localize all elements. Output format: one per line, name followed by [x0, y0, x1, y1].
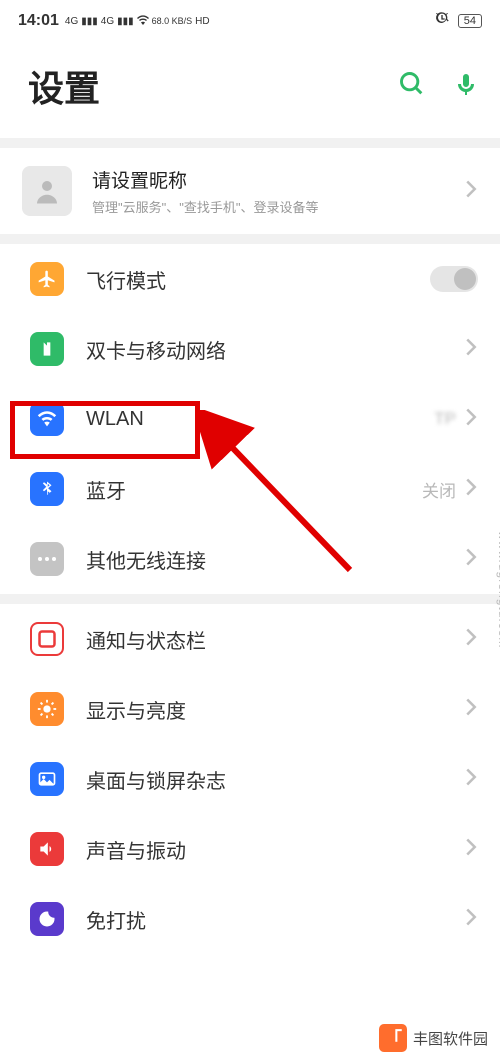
dnd-row[interactable]: 免打扰	[0, 884, 500, 954]
chevron-right-icon	[464, 407, 478, 432]
signal-4g-2: 4G	[101, 16, 114, 27]
chevron-right-icon	[464, 179, 478, 204]
other-wireless-label: 其他无线连接	[86, 545, 464, 574]
display-row[interactable]: 显示与亮度	[0, 674, 500, 744]
dots-icon	[30, 542, 64, 576]
battery-indicator: 54	[458, 14, 482, 28]
chevron-right-icon	[464, 767, 478, 792]
search-icon[interactable]	[398, 70, 426, 103]
divider	[0, 594, 500, 604]
wifi-icon	[30, 402, 64, 436]
airplane-mode-row[interactable]: 飞行模式	[0, 244, 500, 314]
divider	[0, 234, 500, 244]
page-header: 设置	[0, 42, 500, 138]
bluetooth-label: 蓝牙	[86, 475, 422, 504]
wlan-row[interactable]: WLAN TP	[0, 384, 500, 454]
settings-group-display: 通知与状态栏 显示与亮度 桌面与锁屏杂志 声音与振动 免打扰	[0, 604, 500, 954]
signal-4g-1: 4G	[65, 16, 78, 27]
brand-logo-icon: 「	[379, 1024, 407, 1052]
profile-row[interactable]: 请设置昵称 管理"云服务"、"查找手机"、登录设备等	[0, 148, 500, 234]
wifi-status-icon	[137, 15, 149, 28]
chevron-right-icon	[464, 837, 478, 862]
chevron-right-icon	[464, 697, 478, 722]
moon-icon	[30, 902, 64, 936]
airplane-label: 飞行模式	[86, 265, 430, 294]
wlan-value: TP	[434, 409, 456, 429]
chevron-right-icon	[464, 337, 478, 362]
speaker-icon	[30, 832, 64, 866]
bluetooth-row[interactable]: 蓝牙 关闭	[0, 454, 500, 524]
status-left: 14:01 4G ▮▮▮ 4G ▮▮▮ 68.0 KB/S HD	[18, 12, 210, 30]
notification-label: 通知与状态栏	[86, 625, 464, 654]
net-speed: 68.0 KB/S	[152, 16, 193, 26]
desktop-row[interactable]: 桌面与锁屏杂志	[0, 744, 500, 814]
status-time: 14:01	[18, 12, 59, 30]
signal-bars-icon: ▮▮▮	[81, 16, 98, 27]
sim-label: 双卡与移动网络	[86, 335, 464, 364]
sound-label: 声音与振动	[86, 835, 464, 864]
brightness-icon	[30, 692, 64, 726]
status-bar: 14:01 4G ▮▮▮ 4G ▮▮▮ 68.0 KB/S HD 54	[0, 0, 500, 42]
alarm-icon	[434, 11, 450, 31]
chevron-right-icon	[464, 547, 478, 572]
watermark: www.dgfengtu.com	[496, 531, 500, 648]
sim-icon	[30, 332, 64, 366]
other-wireless-row[interactable]: 其他无线连接	[0, 524, 500, 594]
dnd-label: 免打扰	[86, 905, 464, 934]
display-label: 显示与亮度	[86, 695, 464, 724]
profile-subtitle: 管理"云服务"、"查找手机"、登录设备等	[92, 197, 464, 216]
brand-text: 丰图软件园	[413, 1028, 488, 1049]
voice-icon[interactable]	[454, 70, 478, 103]
notification-row[interactable]: 通知与状态栏	[0, 604, 500, 674]
desktop-label: 桌面与锁屏杂志	[86, 765, 464, 794]
page-title: 设置	[28, 60, 100, 112]
status-indicators: 4G ▮▮▮ 4G ▮▮▮ 68.0 KB/S HD	[65, 15, 210, 28]
chevron-right-icon	[464, 627, 478, 652]
wallpaper-icon	[30, 762, 64, 796]
bluetooth-value: 关闭	[422, 477, 456, 502]
airplane-toggle[interactable]	[430, 266, 478, 292]
status-right: 54	[434, 11, 482, 31]
chevron-right-icon	[464, 477, 478, 502]
profile-title: 请设置昵称	[92, 166, 464, 193]
wlan-label: WLAN	[86, 408, 434, 431]
settings-group-connectivity: 飞行模式 双卡与移动网络 WLAN TP 蓝牙 关闭 其他无线连接	[0, 244, 500, 594]
sim-row[interactable]: 双卡与移动网络	[0, 314, 500, 384]
airplane-icon	[30, 262, 64, 296]
avatar-icon	[22, 166, 72, 216]
sound-row[interactable]: 声音与振动	[0, 814, 500, 884]
divider	[0, 138, 500, 148]
footer-brand: 「 丰图软件园	[379, 1024, 488, 1052]
signal-bars-icon-2: ▮▮▮	[117, 16, 134, 27]
profile-text: 请设置昵称 管理"云服务"、"查找手机"、登录设备等	[92, 166, 464, 216]
bluetooth-icon	[30, 472, 64, 506]
notification-icon	[30, 622, 64, 656]
hd-indicator: HD	[195, 16, 209, 27]
chevron-right-icon	[464, 907, 478, 932]
